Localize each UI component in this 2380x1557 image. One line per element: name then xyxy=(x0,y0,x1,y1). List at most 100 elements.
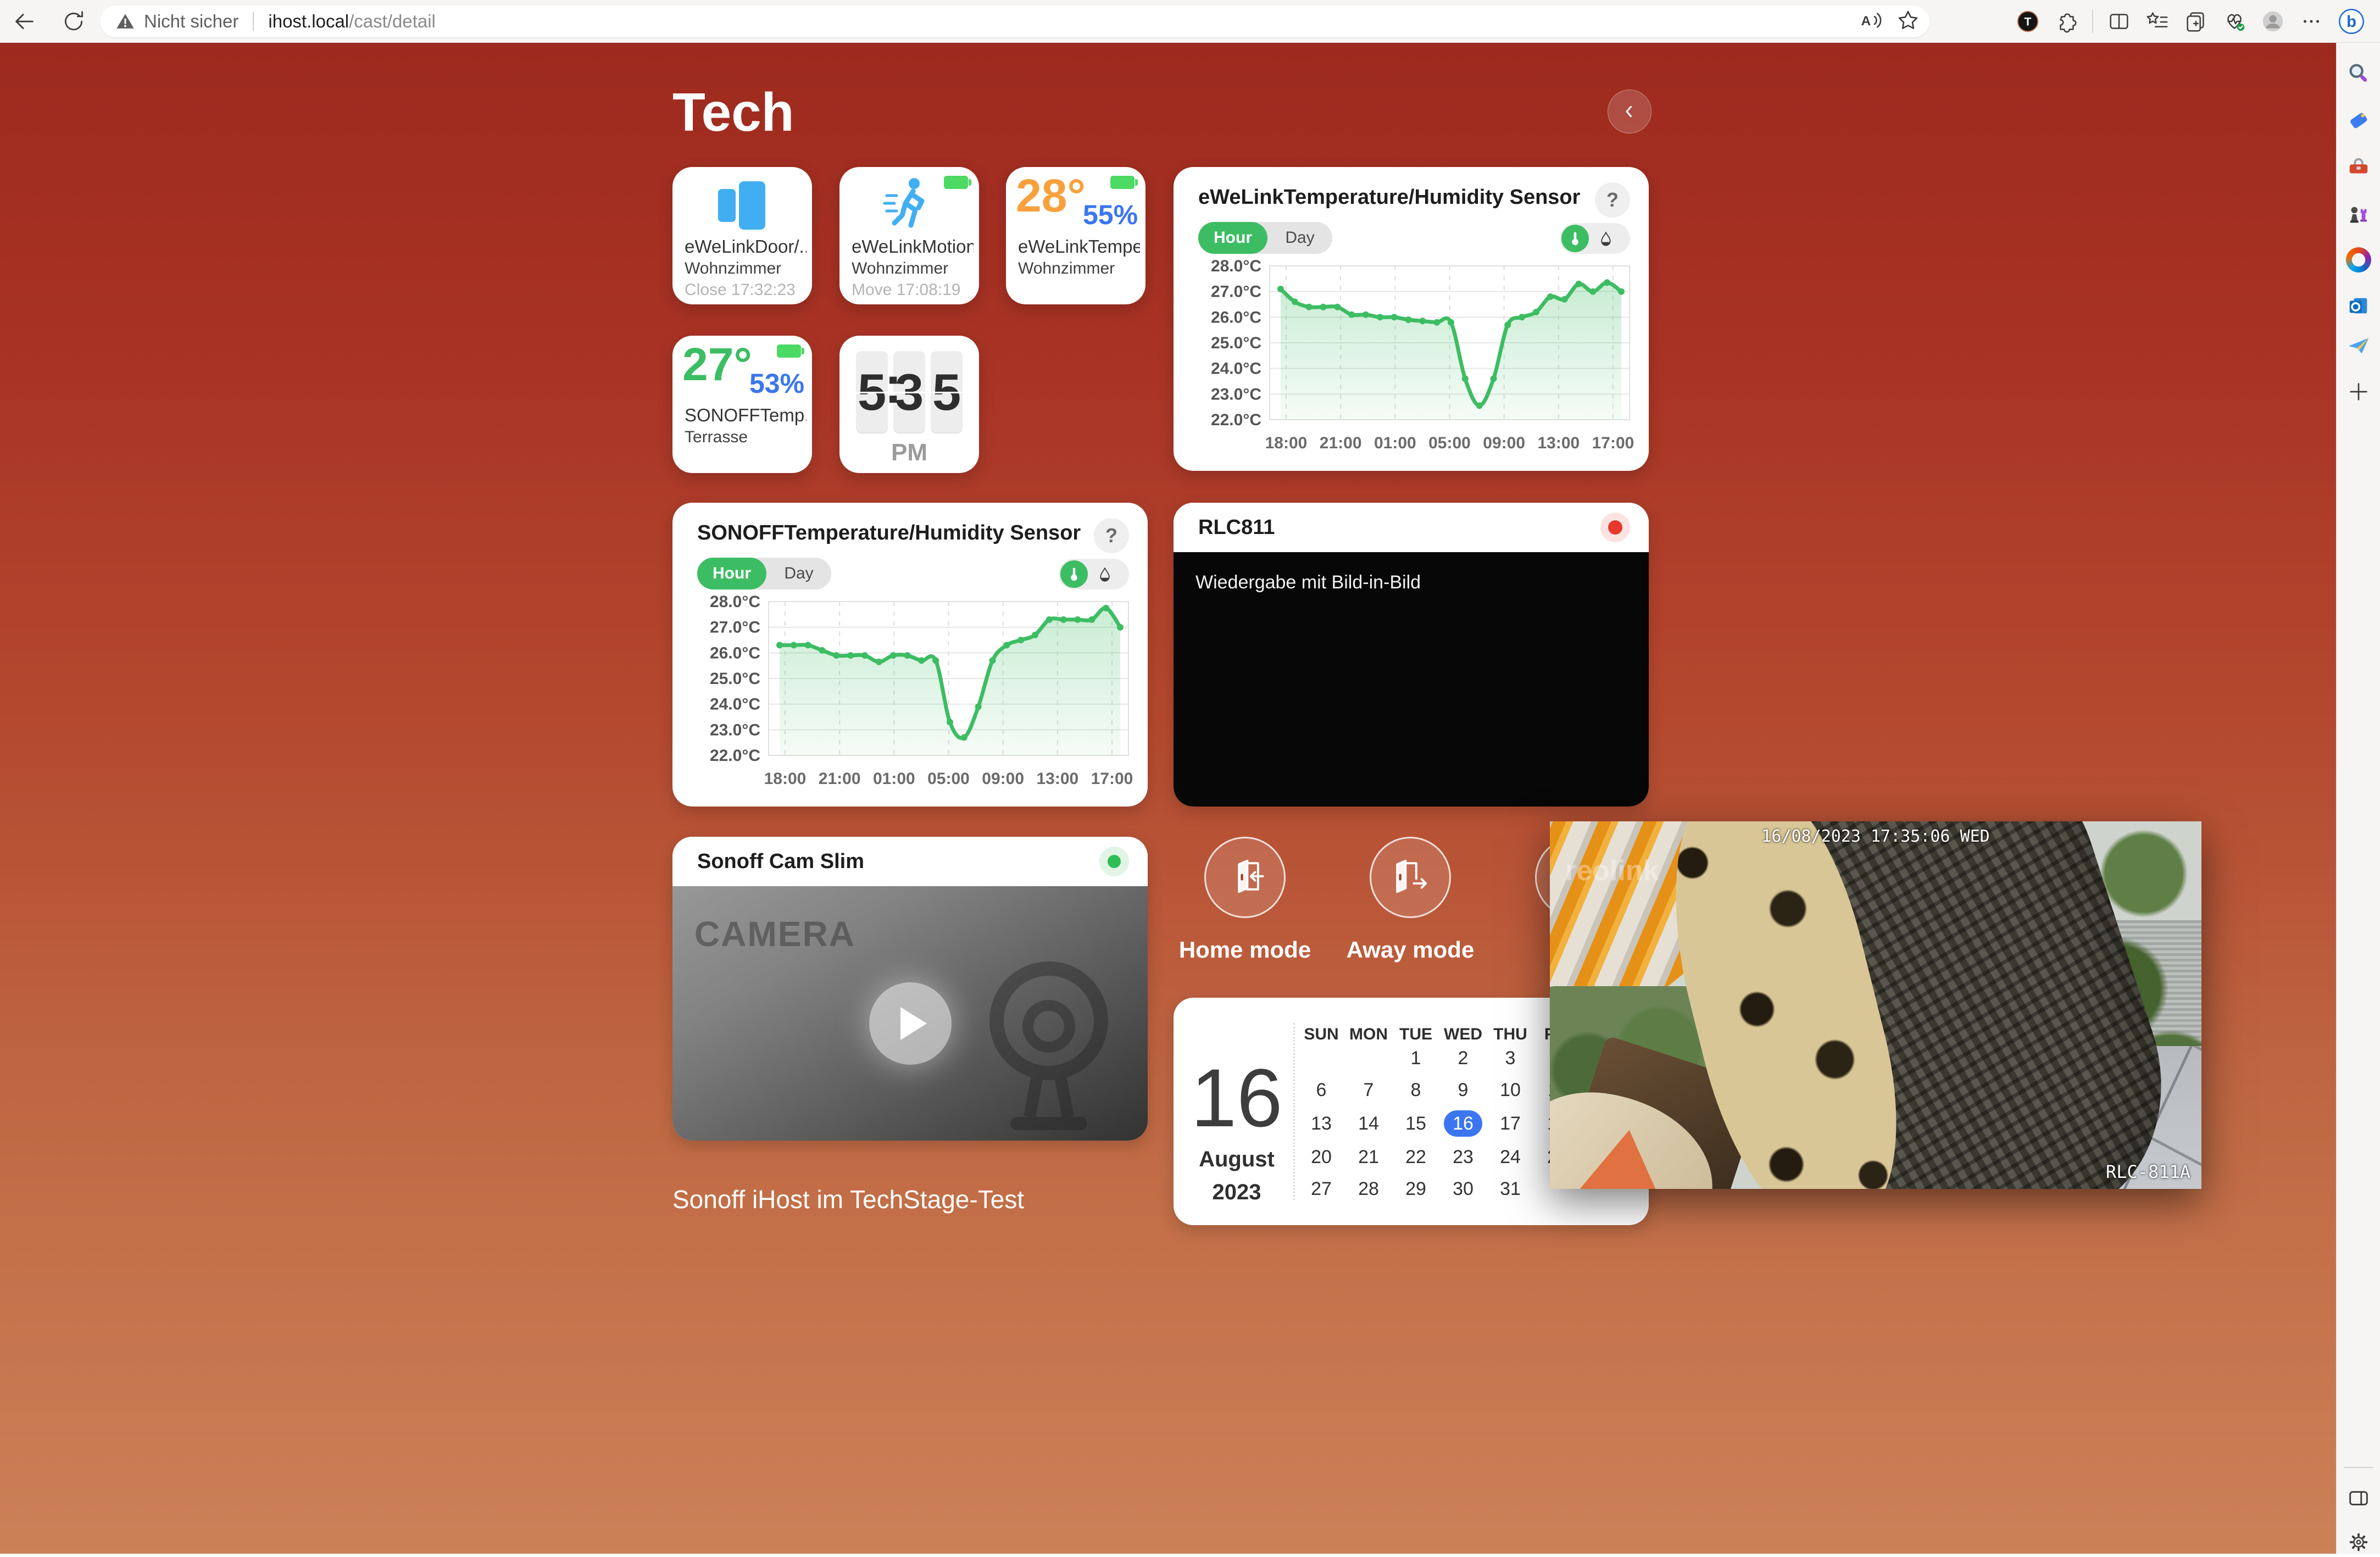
calendar-day[interactable]: 6 xyxy=(1302,1077,1341,1103)
calendar-day[interactable]: 3 xyxy=(1491,1045,1530,1071)
temperature-chart: 28.0°C27.0°C26.0°C25.0°C24.0°C23.0°C22.0… xyxy=(672,585,1148,805)
bing-chat-icon[interactable]: b xyxy=(2337,7,2366,36)
calendar-day[interactable]: 28 xyxy=(1349,1176,1388,1202)
sidebar-outlook-icon[interactable] xyxy=(2344,291,2373,321)
door-sensor-tile[interactable]: eWeLinkDoor/... Wohnzimmer Close 17:32:2… xyxy=(672,167,812,304)
refresh-icon[interactable] xyxy=(59,7,88,36)
svg-text:22.0°C: 22.0°C xyxy=(1211,411,1261,429)
sidebar-add-icon[interactable] xyxy=(2344,377,2373,407)
calendar-day[interactable]: 27 xyxy=(1302,1176,1341,1202)
dashboard-back-button[interactable] xyxy=(1608,90,1651,134)
humidity-drop-icon[interactable] xyxy=(1592,225,1620,252)
url-host[interactable]: ihost.local xyxy=(268,11,349,32)
camera-card-title: Sonoff Cam Slim xyxy=(697,850,864,874)
favorite-star-icon[interactable] xyxy=(1897,9,1920,35)
calendar-day[interactable]: 17 xyxy=(1491,1110,1530,1137)
pip-playback-text: Wiedergabe mit Bild-in-Bild xyxy=(1195,572,1421,593)
calendar-weekday-header: WED xyxy=(1441,1025,1485,1044)
svg-text:09:00: 09:00 xyxy=(1483,434,1525,452)
help-button[interactable]: ? xyxy=(1595,182,1630,218)
extension-t-icon[interactable]: T xyxy=(2015,9,2040,34)
url-path[interactable]: /cast/detail xyxy=(349,11,436,32)
play-button[interactable] xyxy=(869,982,952,1065)
calendar-day[interactable]: 13 xyxy=(1302,1110,1341,1137)
temperature-tile-living[interactable]: 28° 55% eWeLinkTempe... Wohnzimmer xyxy=(1006,167,1145,304)
thermometer-icon[interactable] xyxy=(1561,225,1589,252)
calendar-day[interactable]: 22 xyxy=(1397,1144,1435,1170)
clock-tile[interactable]: 5 3 5 : PM xyxy=(839,336,979,473)
address-bar[interactable]: Nicht sicher ihost.local/cast/detail A xyxy=(100,5,1929,37)
security-label[interactable]: Nicht sicher xyxy=(144,11,238,32)
svg-text:26.0°C: 26.0°C xyxy=(1211,308,1261,326)
door-sensor-icon xyxy=(709,175,775,234)
calendar-day[interactable]: 10 xyxy=(1491,1077,1530,1103)
calendar-month: August xyxy=(1190,1147,1283,1172)
calendar-day[interactable]: 29 xyxy=(1397,1176,1435,1202)
sonoff-cam-card: Sonoff Cam Slim CAMERA xyxy=(672,837,1148,1141)
profile-avatar[interactable] xyxy=(2260,9,2286,34)
sidebar-shopping-icon[interactable] xyxy=(2344,105,2373,135)
sidebar-games-icon[interactable] xyxy=(2344,200,2373,230)
read-aloud-icon[interactable]: A xyxy=(1859,9,1882,35)
back-icon[interactable] xyxy=(10,7,38,36)
sidebar-microsoft-365-icon[interactable] xyxy=(2344,245,2373,275)
calendar-day[interactable]: 23 xyxy=(1444,1144,1482,1170)
humidity-drop-icon[interactable] xyxy=(1091,560,1119,588)
calendar-day[interactable]: 7 xyxy=(1349,1077,1388,1103)
motion-sensor-tile[interactable]: eWeLinkMotion... Wohnzimmer Move 17:08:1… xyxy=(839,167,979,304)
help-button[interactable]: ? xyxy=(1094,518,1129,553)
calendar-day[interactable]: 8 xyxy=(1397,1077,1435,1103)
online-indicator xyxy=(1099,847,1129,876)
calendar-day[interactable]: 1 xyxy=(1397,1045,1435,1071)
collections-icon[interactable] xyxy=(2183,9,2209,34)
calendar-day[interactable]: 9 xyxy=(1444,1077,1482,1103)
mode-label: Away mode xyxy=(1328,937,1493,963)
calendar-day[interactable]: 2 xyxy=(1444,1045,1482,1071)
calendar-day[interactable]: 20 xyxy=(1302,1144,1341,1170)
sidebar-toolbox-icon[interactable] xyxy=(2344,153,2373,182)
calendar-day[interactable]: 14 xyxy=(1349,1110,1388,1137)
chevron-left-icon xyxy=(1621,103,1638,120)
chart-card-title: SONOFFTemperature/Humidity Sensor xyxy=(697,521,1081,545)
svg-text:24.0°C: 24.0°C xyxy=(710,696,760,714)
thermometer-icon[interactable] xyxy=(1060,560,1088,588)
browser-essentials-icon[interactable] xyxy=(2222,9,2247,34)
split-screen-icon[interactable] xyxy=(2106,9,2132,34)
calendar-weekday-header: TUE xyxy=(1394,1025,1438,1044)
svg-text:24.0°C: 24.0°C xyxy=(1211,360,1261,378)
extensions-icon[interactable] xyxy=(2054,9,2079,34)
browser-toolbar: Nicht sicher ihost.local/cast/detail A T… xyxy=(0,0,2380,43)
more-menu-icon[interactable] xyxy=(2299,9,2324,34)
calendar-day[interactable]: 24 xyxy=(1491,1144,1530,1170)
sidebar-sidebar-panel-icon[interactable] xyxy=(2344,1483,2373,1513)
sonoff-cam-video-area[interactable]: CAMERA xyxy=(672,886,1148,1141)
sidebar-drop-icon[interactable] xyxy=(2344,330,2373,360)
mode-button-away-mode[interactable]: Away mode xyxy=(1328,837,1493,963)
svg-text:05:00: 05:00 xyxy=(927,770,970,788)
favorites-hub-icon[interactable] xyxy=(2145,9,2170,34)
calendar-day[interactable]: 31 xyxy=(1491,1176,1530,1202)
calendar-day[interactable]: 21 xyxy=(1349,1144,1388,1170)
recording-indicator xyxy=(1600,513,1630,542)
svg-text:13:00: 13:00 xyxy=(1537,434,1580,452)
camera-card-title: RLC811 xyxy=(1198,516,1275,540)
calendar-weekday-header: MON xyxy=(1347,1025,1391,1044)
svg-text:23.0°C: 23.0°C xyxy=(1211,385,1261,403)
calendar-day[interactable]: 30 xyxy=(1444,1176,1482,1202)
svg-text:18:00: 18:00 xyxy=(1265,434,1308,452)
clock-colon: : xyxy=(885,355,894,415)
calendar-day-selected[interactable]: 16 xyxy=(1444,1110,1482,1137)
tile-title: eWeLinkTempe... xyxy=(1018,236,1140,257)
pip-camera-window[interactable]: 16/08/2023 17:35:06 WED reolink RLC-811A xyxy=(1550,821,2201,1189)
svg-text:21:00: 21:00 xyxy=(1320,434,1362,452)
mode-button-home-mode[interactable]: Home mode xyxy=(1163,837,1327,963)
temperature-tile-terrace[interactable]: 27° 53% SONOFFTemp... Terrasse xyxy=(672,336,812,473)
rlc811-video-area[interactable]: Wiedergabe mit Bild-in-Bild xyxy=(1174,552,1649,807)
warning-icon[interactable] xyxy=(115,12,135,31)
sidebar-search-icon[interactable] xyxy=(2344,58,2373,88)
calendar-day[interactable]: 15 xyxy=(1397,1110,1435,1137)
play-icon xyxy=(900,1007,927,1040)
toolbar-right-icons: Tb xyxy=(2015,0,2366,43)
sidebar-settings-icon[interactable] xyxy=(2344,1527,2373,1557)
motion-sensor-icon xyxy=(879,173,939,233)
